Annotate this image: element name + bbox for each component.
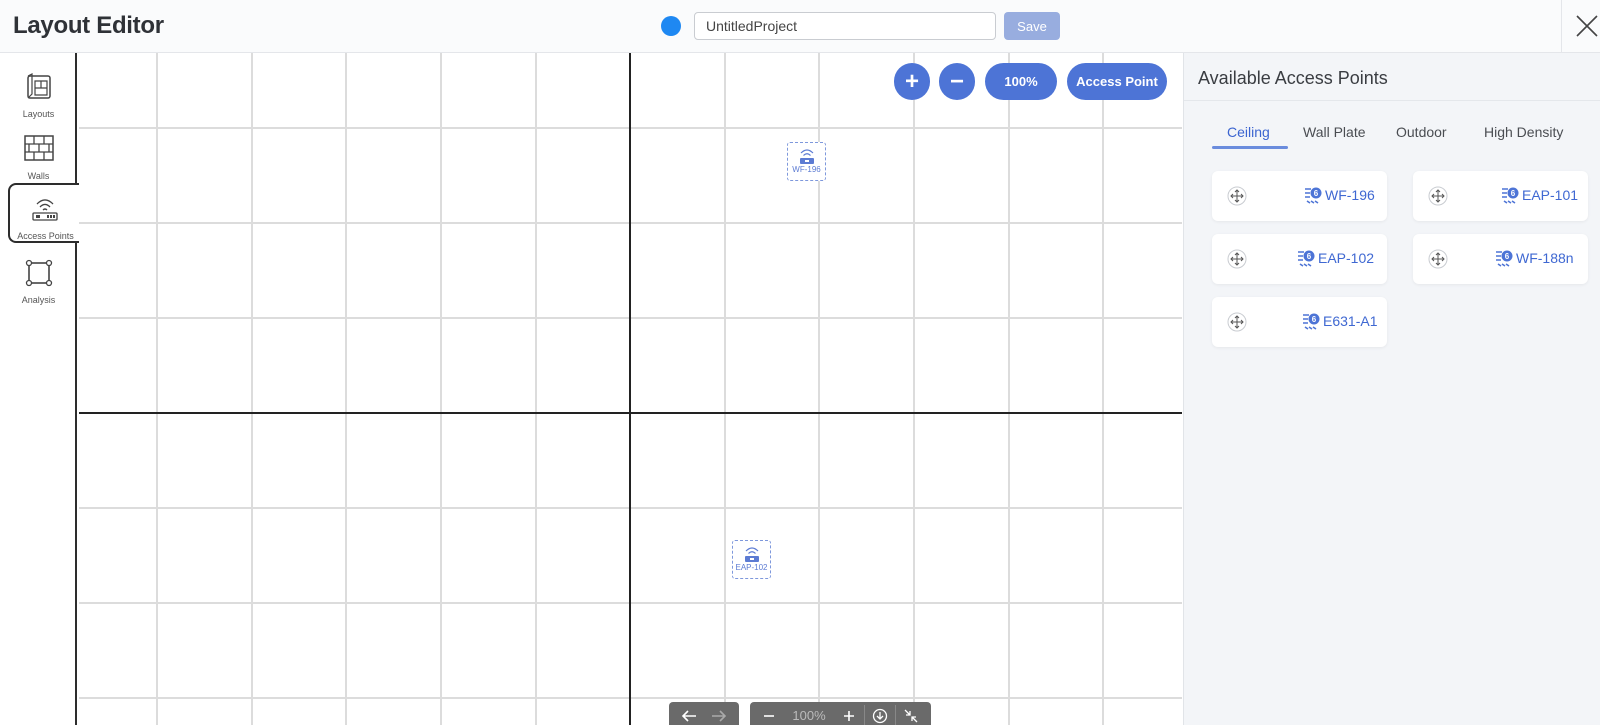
rail-item-access-points[interactable]: Access Points: [8, 183, 79, 243]
floor-canvas[interactable]: + − 100% Access Point WF-196 EAP-102 100…: [79, 53, 1182, 725]
ap-model-name: E631-A1: [1323, 313, 1378, 329]
rail-label-layouts: Layouts: [22, 109, 55, 119]
bottom-zoom-in-button[interactable]: [834, 708, 864, 725]
bottom-zoom-out-button[interactable]: [754, 708, 784, 725]
rail-item-analysis[interactable]: Analysis: [0, 249, 77, 309]
tab-ceiling[interactable]: Ceiling: [1227, 124, 1270, 140]
move-icon[interactable]: [1227, 186, 1247, 206]
ap-model-name: EAP-101: [1522, 187, 1579, 203]
left-rail: Layouts Walls Access Points Analysis: [0, 53, 79, 725]
save-button[interactable]: Save: [1004, 12, 1060, 40]
placed-access-point[interactable]: WF-196: [787, 142, 826, 181]
move-icon[interactable]: [1428, 249, 1448, 269]
add-access-point-button[interactable]: Access Point: [1067, 63, 1167, 100]
move-icon[interactable]: [1227, 249, 1247, 269]
collapse-icon: [904, 709, 918, 723]
canvas-grid: [79, 53, 1182, 725]
ap-card-eap-101[interactable]: 6 EAP-101: [1413, 171, 1588, 221]
tab-outdoor[interactable]: Outdoor: [1396, 124, 1447, 140]
minus-icon: [764, 715, 774, 717]
bottom-zoom-level: 100%: [792, 708, 826, 723]
project-name-input[interactable]: [694, 12, 996, 40]
close-icon[interactable]: [1574, 13, 1600, 39]
download-button[interactable]: [865, 708, 895, 725]
placed-ap-label: EAP-102: [735, 563, 768, 572]
ap-model-icon: 6: [1303, 313, 1320, 330]
app-header: Layout Editor Save: [0, 0, 1600, 53]
placed-ap-label: WF-196: [792, 165, 821, 174]
app-title: Layout Editor: [13, 12, 164, 39]
header-divider: [1561, 0, 1562, 53]
ap-model-icon: 6: [1305, 187, 1322, 204]
arrow-left-icon: [681, 710, 696, 722]
history-toolbar: [669, 702, 739, 725]
move-icon[interactable]: [1428, 186, 1448, 206]
plus-icon: [844, 711, 854, 721]
ap-card-wf-196[interactable]: 6 WF-196: [1212, 171, 1387, 221]
svg-text:6: 6: [1511, 189, 1516, 198]
wifi-router-icon: [31, 199, 58, 221]
rail-item-walls[interactable]: Walls: [0, 125, 77, 185]
undo-button[interactable]: [674, 708, 704, 725]
zoom-level-button[interactable]: 100%: [985, 63, 1057, 100]
move-icon[interactable]: [1227, 312, 1247, 332]
ap-model-name: EAP-102: [1318, 250, 1375, 266]
zoom-in-button[interactable]: +: [894, 63, 930, 100]
ap-card-e631-a1[interactable]: 6 E631-A1: [1212, 297, 1387, 347]
ap-model-name: WF-196: [1325, 187, 1375, 203]
access-points-panel: Available Access Points Ceiling Wall Pla…: [1183, 53, 1600, 725]
panel-header: Available Access Points: [1184, 53, 1600, 101]
tab-wall-plate[interactable]: Wall Plate: [1303, 124, 1366, 140]
ap-card-eap-102[interactable]: 6 EAP-102: [1212, 234, 1387, 284]
square-nodes-icon: [25, 259, 52, 287]
svg-text:6: 6: [1312, 315, 1317, 324]
rail-label-analysis: Analysis: [21, 295, 56, 305]
tab-high-density[interactable]: High Density: [1484, 124, 1563, 140]
brick-wall-icon: [23, 135, 54, 161]
svg-text:6: 6: [1505, 252, 1510, 261]
svg-text:6: 6: [1307, 252, 1312, 261]
svg-text:6: 6: [1314, 189, 1319, 198]
rail-label-walls: Walls: [27, 171, 50, 181]
ap-model-icon: 6: [1502, 187, 1519, 204]
placed-access-point[interactable]: EAP-102: [732, 540, 771, 579]
download-icon: [872, 708, 888, 724]
status-indicator: [661, 16, 681, 36]
active-tab-indicator: [1212, 146, 1288, 149]
floorplan-icon: [26, 73, 51, 99]
zoom-out-button[interactable]: −: [939, 63, 975, 100]
rail-item-layouts[interactable]: Layouts: [0, 63, 77, 123]
wifi-router-icon: [799, 149, 814, 164]
zoom-toolbar: 100%: [750, 702, 931, 725]
wifi-router-icon: [744, 547, 759, 562]
panel-title: Available Access Points: [1198, 68, 1388, 88]
arrow-right-icon: [712, 710, 727, 722]
redo-button[interactable]: [704, 708, 734, 725]
ap-model-icon: 6: [1298, 250, 1315, 267]
ap-card-wf-188n[interactable]: 6 WF-188n: [1413, 234, 1588, 284]
ap-model-icon: 6: [1496, 250, 1513, 267]
rail-label-access-points: Access Points: [17, 231, 74, 241]
ap-model-name: WF-188n: [1516, 250, 1574, 266]
collapse-button[interactable]: [896, 708, 926, 725]
